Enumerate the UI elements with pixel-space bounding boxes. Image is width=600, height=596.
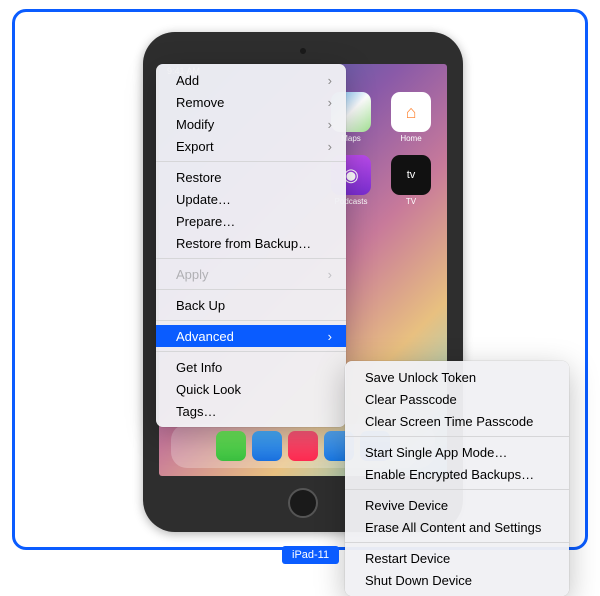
menu-export[interactable]: Export› [156, 135, 346, 157]
dock-messages-icon [216, 431, 246, 461]
app-tv: tv TV [387, 155, 435, 206]
chevron-right-icon: › [322, 139, 332, 154]
menu-label: Clear Screen Time Passcode [365, 414, 555, 429]
chevron-right-icon: › [322, 329, 332, 344]
menu-label: Restore [176, 170, 332, 185]
menu-label: Save Unlock Token [365, 370, 555, 385]
selection-frame: 9:41 AM Maps ⌂ Home ◉ Podcasts tv TV [12, 9, 588, 550]
menu-restore[interactable]: Restore [156, 166, 346, 188]
chevron-right-icon: › [322, 95, 332, 110]
menu-label: Start Single App Mode… [365, 445, 555, 460]
submenu-advanced: Save Unlock Token Clear Passcode Clear S… [345, 361, 569, 596]
submenu-shut-down-device[interactable]: Shut Down Device [345, 569, 569, 591]
dock-music-icon [288, 431, 318, 461]
menu-modify[interactable]: Modify› [156, 113, 346, 135]
camera-dot [300, 48, 306, 54]
menu-label: Apply [176, 267, 322, 282]
menu-label: Export [176, 139, 322, 154]
submenu-single-app-mode[interactable]: Start Single App Mode… [345, 441, 569, 463]
menu-label: Enable Encrypted Backups… [365, 467, 555, 482]
context-menu: Add› Remove› Modify› Export› Restore Upd… [156, 64, 346, 427]
menu-separator [156, 351, 346, 352]
menu-separator [345, 436, 569, 437]
submenu-clear-screen-time[interactable]: Clear Screen Time Passcode [345, 410, 569, 432]
menu-separator [156, 161, 346, 162]
submenu-restart-device[interactable]: Restart Device [345, 547, 569, 569]
menu-quick-look[interactable]: Quick Look [156, 378, 346, 400]
menu-advanced[interactable]: Advanced› [156, 325, 346, 347]
caption-badge: iPad-11 [282, 546, 339, 564]
menu-label: Restart Device [365, 551, 555, 566]
menu-update[interactable]: Update… [156, 188, 346, 210]
submenu-clear-passcode[interactable]: Clear Passcode [345, 388, 569, 410]
menu-label: Quick Look [176, 382, 332, 397]
menu-label: Remove [176, 95, 322, 110]
menu-label: Add [176, 73, 322, 88]
app-home: ⌂ Home [387, 92, 435, 143]
chevron-right-icon: › [322, 117, 332, 132]
menu-label: Erase All Content and Settings [365, 520, 555, 535]
dock-safari-icon [252, 431, 282, 461]
caption-text: iPad-11 [292, 549, 329, 561]
chevron-right-icon: › [322, 73, 332, 88]
menu-separator [156, 289, 346, 290]
menu-separator [345, 489, 569, 490]
menu-get-info[interactable]: Get Info [156, 356, 346, 378]
menu-remove[interactable]: Remove› [156, 91, 346, 113]
app-label: Home [387, 134, 435, 143]
menu-label: Modify [176, 117, 322, 132]
menu-apply: Apply› [156, 263, 346, 285]
menu-label: Revive Device [365, 498, 555, 513]
menu-label: Back Up [176, 298, 332, 313]
menu-add[interactable]: Add› [156, 69, 346, 91]
menu-label: Restore from Backup… [176, 236, 332, 251]
menu-label: Advanced [176, 329, 322, 344]
menu-label: Update… [176, 192, 332, 207]
tv-icon: tv [391, 155, 431, 195]
menu-label: Clear Passcode [365, 392, 555, 407]
menu-label: Tags… [176, 404, 332, 419]
menu-separator [156, 258, 346, 259]
submenu-revive-device[interactable]: Revive Device [345, 494, 569, 516]
home-button [288, 488, 318, 518]
app-label: TV [387, 197, 435, 206]
menu-separator [156, 320, 346, 321]
submenu-encrypted-backups[interactable]: Enable Encrypted Backups… [345, 463, 569, 485]
submenu-save-unlock-token[interactable]: Save Unlock Token [345, 366, 569, 388]
menu-tags[interactable]: Tags… [156, 400, 346, 422]
submenu-erase-all[interactable]: Erase All Content and Settings [345, 516, 569, 538]
menu-restore-backup[interactable]: Restore from Backup… [156, 232, 346, 254]
menu-label: Get Info [176, 360, 332, 375]
menu-label: Prepare… [176, 214, 332, 229]
home-icon: ⌂ [391, 92, 431, 132]
chevron-right-icon: › [322, 267, 332, 282]
menu-backup[interactable]: Back Up [156, 294, 346, 316]
menu-label: Shut Down Device [365, 573, 555, 588]
menu-prepare[interactable]: Prepare… [156, 210, 346, 232]
menu-separator [345, 542, 569, 543]
